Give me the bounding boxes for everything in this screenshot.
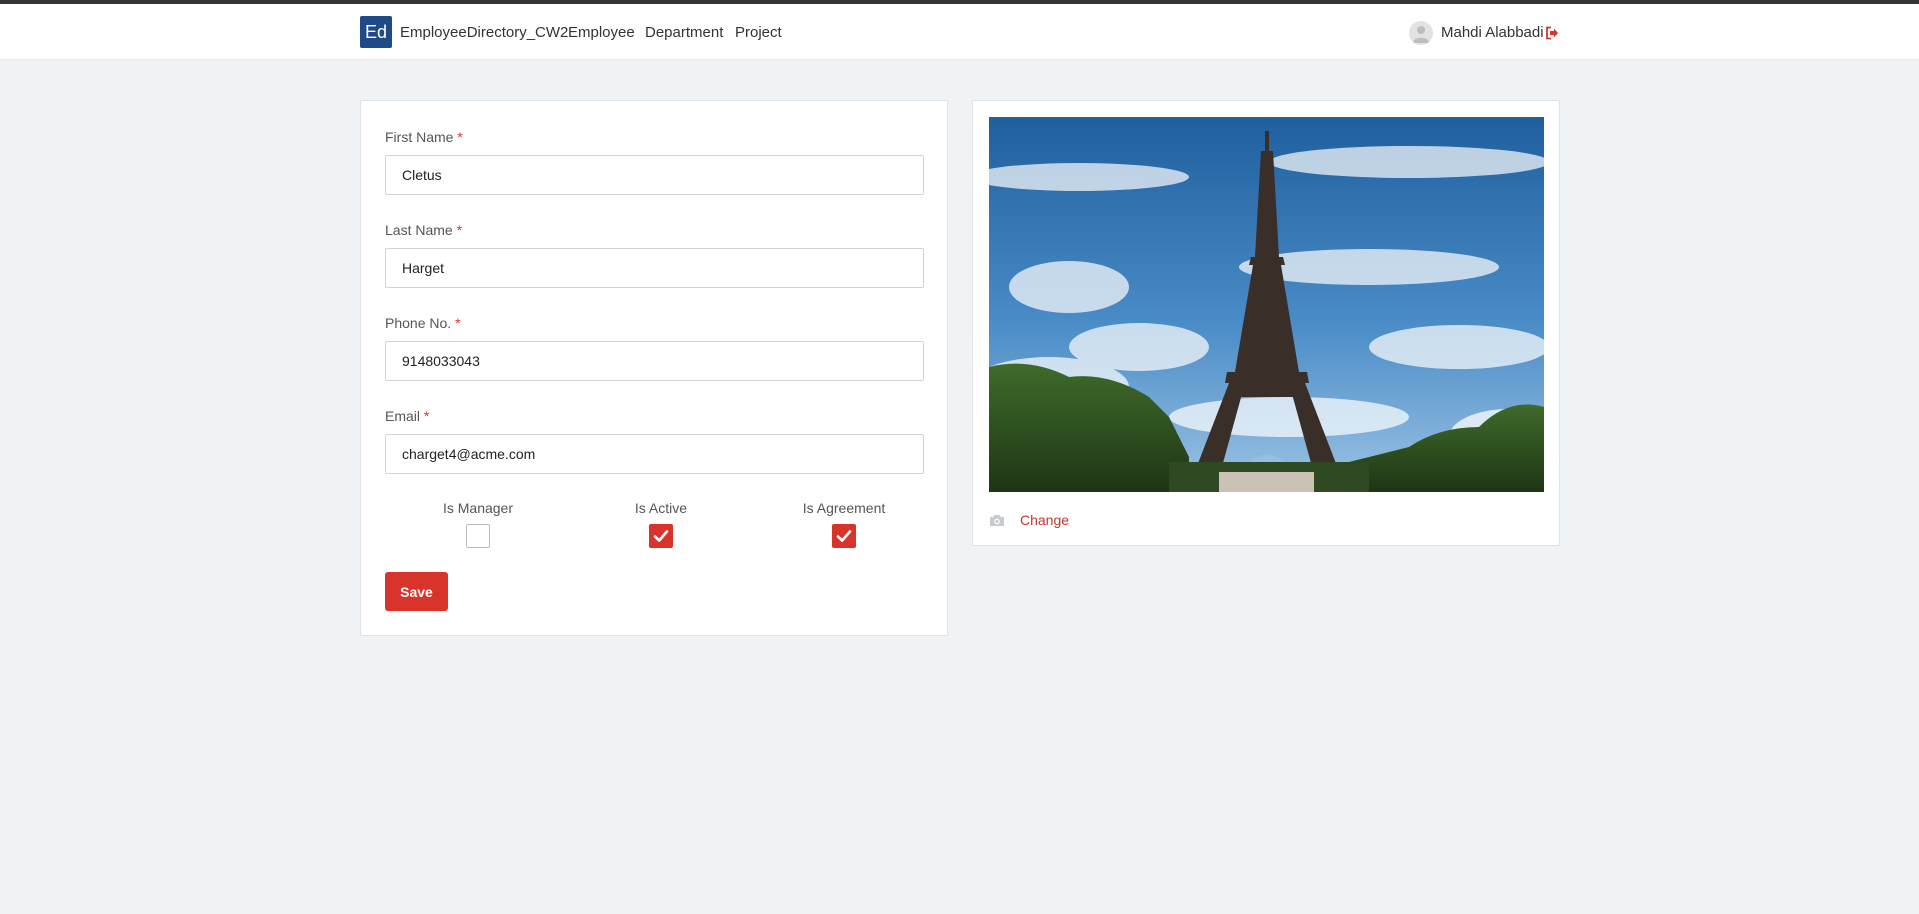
employee-form-card: First Name * Last Name * Phone No. * Ema… (360, 100, 948, 636)
first-name-input[interactable] (385, 155, 924, 195)
is-agreement-checkbox[interactable] (832, 524, 856, 548)
user-name[interactable]: Mahdi Alabbadi (1441, 24, 1544, 41)
navbar: Ed EmployeeDirectory_CW2 Employee Depart… (0, 4, 1919, 60)
checkmark-icon (653, 530, 669, 542)
camera-icon (989, 513, 1005, 527)
is-manager-checkbox[interactable] (466, 524, 490, 548)
nav-link-project[interactable]: Project (735, 24, 782, 41)
employee-photo-card: Change (972, 100, 1560, 546)
employee-photo (989, 117, 1544, 492)
email-label: Email * (385, 408, 430, 424)
is-agreement-label: Is Agreement (802, 500, 886, 516)
nav-link-employee[interactable]: Employee (568, 24, 635, 41)
save-button[interactable]: Save (385, 572, 448, 611)
is-agreement-group: Is Agreement (774, 500, 914, 548)
is-active-checkbox[interactable] (649, 524, 673, 548)
is-manager-group: Is Manager (408, 500, 548, 548)
brand-name-link[interactable]: EmployeeDirectory_CW2 (400, 24, 568, 41)
change-photo-link[interactable]: Change (1020, 512, 1069, 528)
phone-label: Phone No. * (385, 315, 461, 331)
email-input[interactable] (385, 434, 924, 474)
is-active-group: Is Active (591, 500, 731, 548)
phone-input[interactable] (385, 341, 924, 381)
sign-out-icon[interactable] (1545, 26, 1559, 40)
last-name-label: Last Name * (385, 222, 463, 238)
is-manager-label: Is Manager (442, 500, 514, 516)
last-name-input[interactable] (385, 248, 924, 288)
nav-link-department[interactable]: Department (645, 24, 723, 41)
user-avatar-icon[interactable] (1409, 21, 1433, 45)
checkmark-icon (836, 530, 852, 542)
is-active-label: Is Active (634, 500, 688, 516)
brand-logo[interactable]: Ed (360, 16, 392, 48)
first-name-label: First Name * (385, 129, 463, 145)
